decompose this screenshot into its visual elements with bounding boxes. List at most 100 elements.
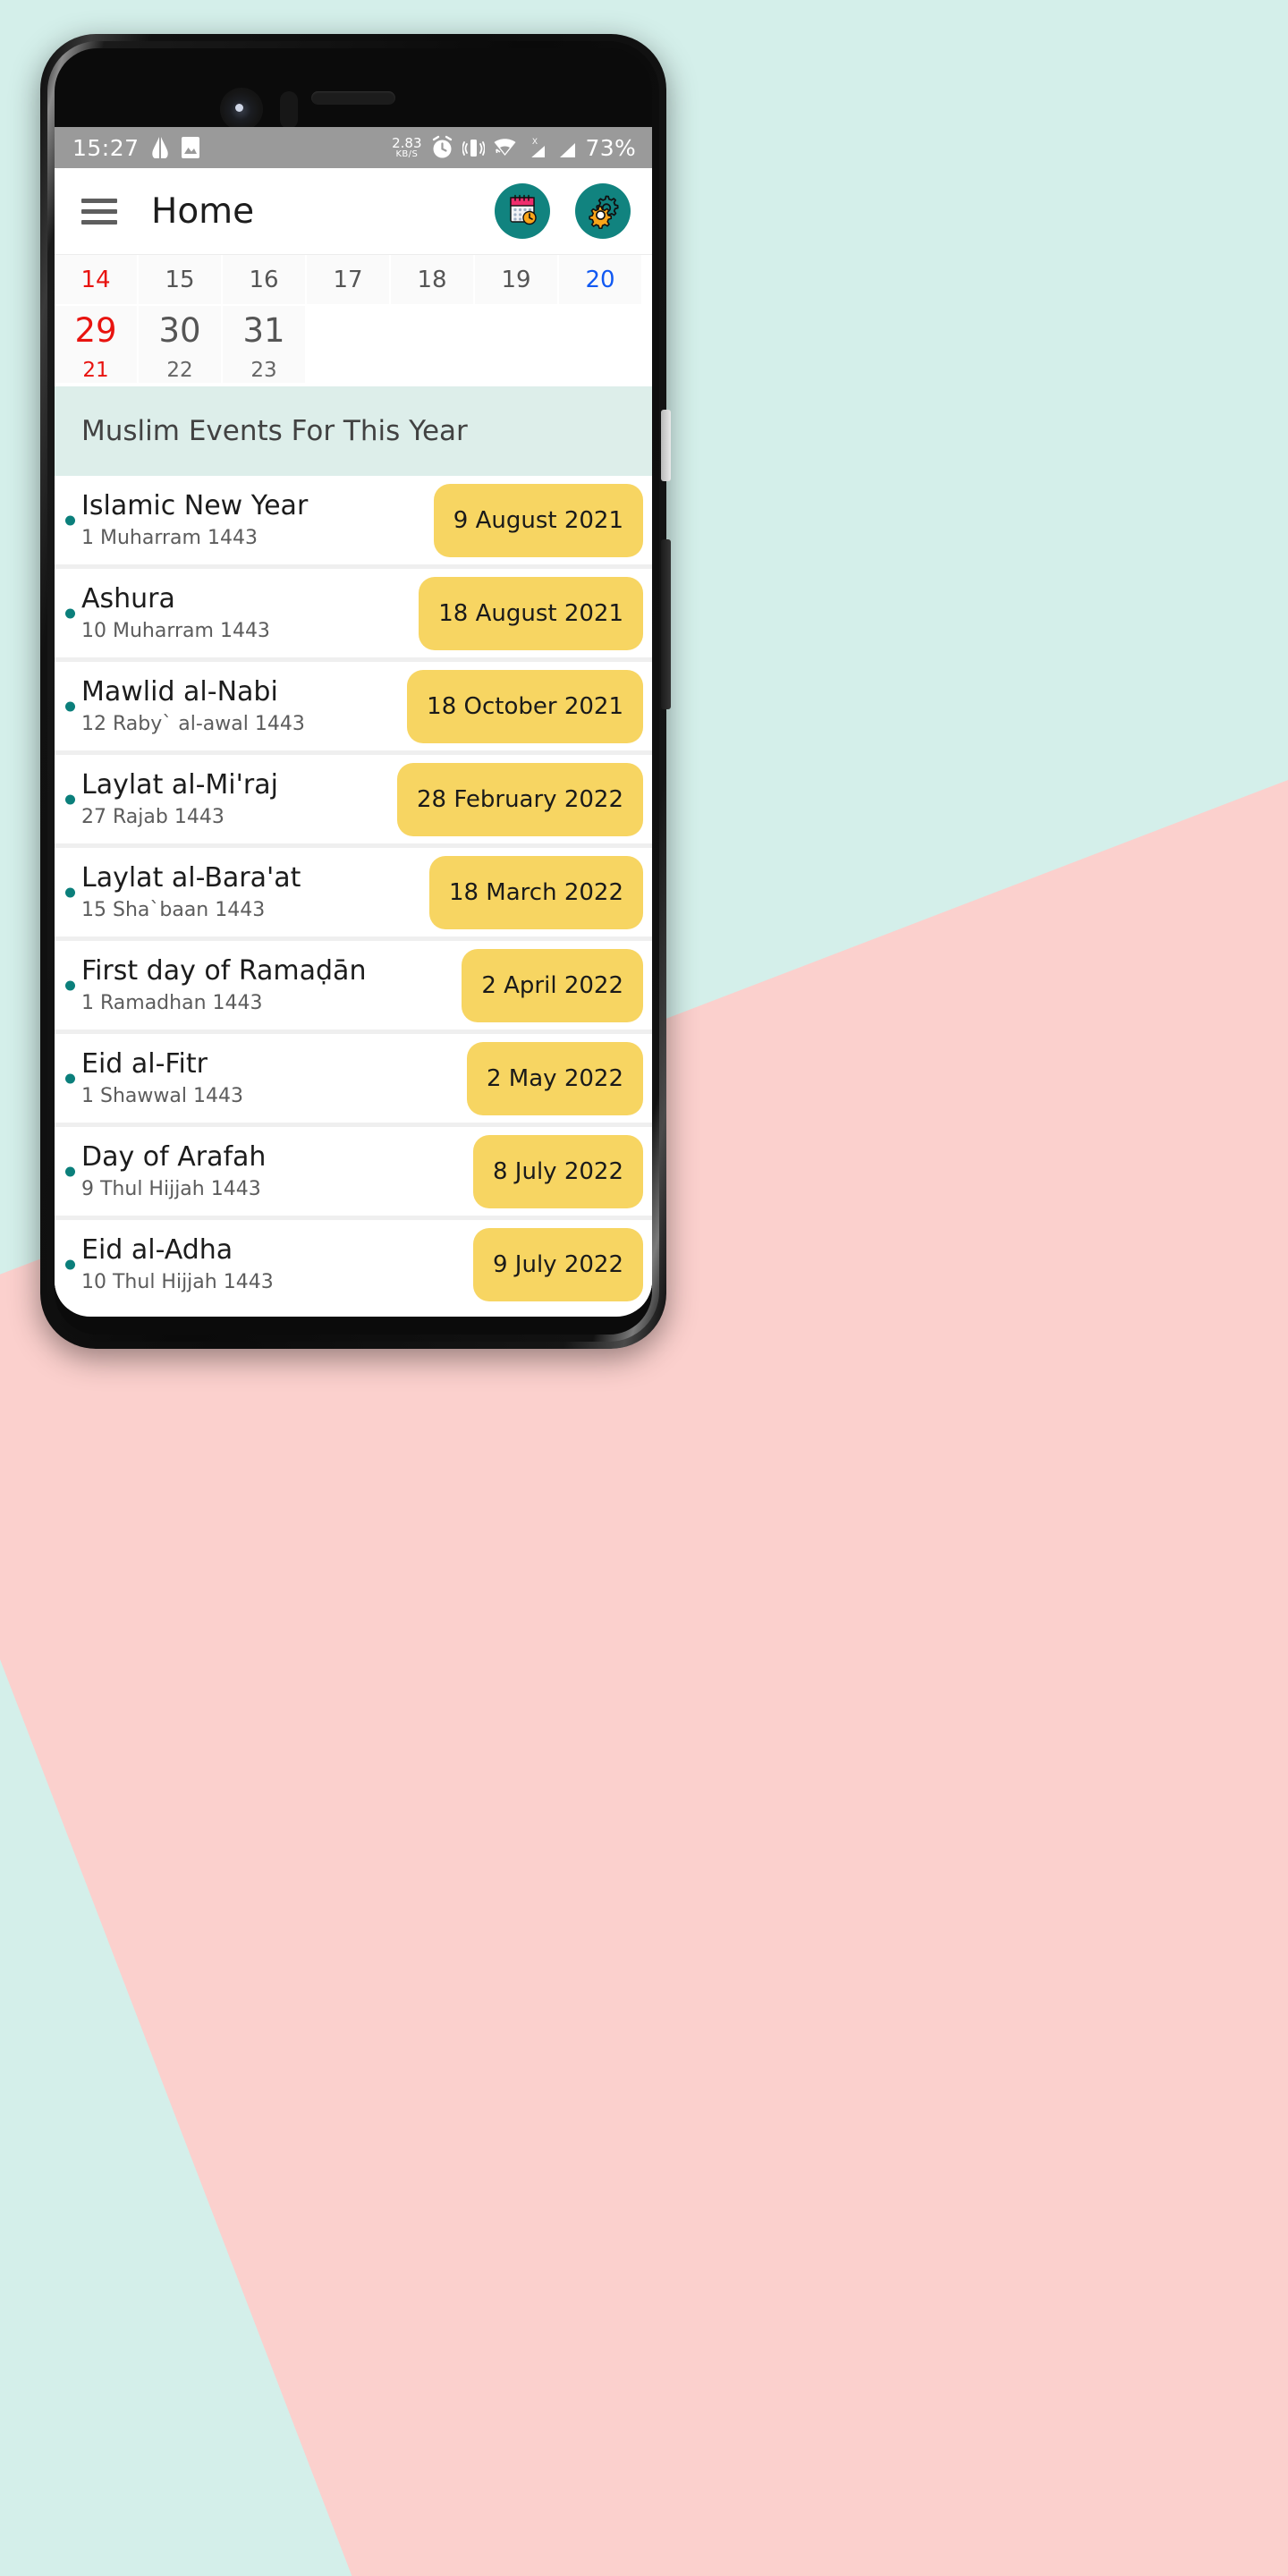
earpiece-speaker-icon xyxy=(311,91,395,105)
event-row[interactable]: Islamic New Year 1 Muharram 1443 9 August … xyxy=(55,476,652,564)
event-bullet-icon xyxy=(65,980,75,990)
event-bullet-icon xyxy=(65,794,75,804)
date-cell[interactable]: 18 xyxy=(391,255,475,306)
date-gregorian: 15 xyxy=(165,266,195,293)
status-clock: 15:27 xyxy=(72,134,140,161)
settings-button[interactable] xyxy=(575,183,631,239)
event-name: First day of Ramaḍān xyxy=(81,954,367,987)
event-row[interactable]: Laylat al-Mi'raj 27 Rajab 1443 28 February… xyxy=(55,755,652,843)
event-text-block: Day of Arafah 9 Thul Hijjah 1443 xyxy=(81,1140,267,1199)
event-text-block: Eid al-Fitr 1 Shawwal 1443 xyxy=(81,1050,243,1107)
event-hijri-date: 10 Muharram 1443 xyxy=(81,619,270,642)
calendar-clock-button[interactable] xyxy=(495,183,550,239)
date-cell[interactable]: 19 xyxy=(475,255,559,306)
hamburger-menu-icon[interactable] xyxy=(81,198,117,225)
event-hijri-date: 12 Raby` al-awal 1443 xyxy=(81,712,305,735)
status-bar-left: 15:27 xyxy=(72,135,200,161)
event-date-badge: 8 July 2022 xyxy=(473,1134,643,1208)
date-hijri: 22 xyxy=(166,358,193,382)
date-strip-filler xyxy=(307,306,652,385)
settings-gear-icon xyxy=(583,190,623,233)
hamburger-line xyxy=(81,219,117,225)
event-text-block: Ashura 10 Muharram 1443 xyxy=(81,582,270,642)
event-text-block: Mawlid al-Nabi 12 Raby` al-awal 1443 xyxy=(81,678,305,735)
event-text-block: First day of Ramaḍān 1 Ramadhan 1443 xyxy=(81,954,367,1014)
hamburger-line xyxy=(81,198,117,203)
praying-hands-icon xyxy=(148,135,172,160)
date-cell[interactable]: 30 22 xyxy=(139,306,223,385)
event-date-badge: 9 July 2022 xyxy=(473,1227,643,1301)
event-hijri-date: 1 Shawwal 1443 xyxy=(81,1084,243,1107)
event-name: Day of Arafah xyxy=(81,1140,267,1173)
event-name: Laylat al-Bara'at xyxy=(81,861,301,894)
event-name: Eid al-Adha xyxy=(81,1233,233,1266)
event-date-badge: 2 May 2022 xyxy=(467,1041,643,1115)
date-cell[interactable]: 14 xyxy=(55,255,139,306)
event-date-badge: 18 March 2022 xyxy=(428,855,643,929)
event-row[interactable]: Day of Arafah 9 Thul Hijjah 1443 8 July 20… xyxy=(55,1127,652,1216)
events-list[interactable]: Islamic New Year 1 Muharram 1443 9 August … xyxy=(55,476,652,1309)
signal-sim1-icon: X xyxy=(525,136,548,160)
alarm-icon xyxy=(430,135,454,160)
date-strip-row-gregorian: 14 15 16 17 18 19 20 xyxy=(55,255,652,306)
date-gregorian: 20 xyxy=(585,266,615,293)
date-cell[interactable]: 15 xyxy=(139,255,223,306)
hamburger-line xyxy=(81,208,117,214)
wifi-icon xyxy=(493,136,517,159)
date-gregorian: 18 xyxy=(417,266,447,293)
date-cell[interactable]: 17 xyxy=(307,255,391,306)
date-gregorian: 29 xyxy=(74,310,117,350)
date-gregorian: 16 xyxy=(249,266,279,293)
event-date-badge: 28 February 2022 xyxy=(397,762,643,836)
event-bullet-icon xyxy=(65,701,75,711)
signal-sim2-icon xyxy=(556,136,578,160)
event-date-badge: 18 August 2021 xyxy=(419,576,643,650)
event-row[interactable]: Mawlid al-Nabi 12 Raby` al-awal 1443 18 Oc… xyxy=(55,662,652,750)
volume-button[interactable] xyxy=(661,410,671,481)
event-text-block: Islamic New Year 1 Muharram 1443 xyxy=(81,489,309,548)
app-bar-actions xyxy=(495,183,631,239)
event-hijri-date: 15 Sha`baan 1443 xyxy=(81,898,266,921)
data-rate-value: 2.83 xyxy=(392,134,422,151)
event-date-badge: 2 April 2022 xyxy=(462,948,643,1022)
event-row[interactable]: Laylat al-Bara'at 15 Sha`baan 1443 18 Marc… xyxy=(55,848,652,936)
event-name: Islamic New Year xyxy=(81,489,309,521)
event-text-block: Eid al-Adha 10 Thul Hijjah 1443 xyxy=(81,1233,274,1292)
event-bullet-icon xyxy=(65,608,75,618)
image-icon xyxy=(181,136,200,159)
app-viewport: 15:27 2.83 KB/S X 73% Home 14 15 16 17 1… xyxy=(55,127,652,1317)
event-bullet-icon xyxy=(65,1259,75,1269)
event-name: Laylat al-Mi'raj xyxy=(81,768,278,801)
calendar-clock-icon xyxy=(503,190,542,233)
event-row[interactable]: Ashura 10 Muharram 1443 18 August 2021 xyxy=(55,569,652,657)
event-bullet-icon xyxy=(65,515,75,525)
power-button[interactable] xyxy=(661,539,671,709)
section-title: Muslim Events For This Year xyxy=(55,386,652,476)
data-rate-indicator: 2.83 KB/S xyxy=(392,134,422,159)
event-row[interactable]: Eid al-Adha 10 Thul Hijjah 1443 9 July 202… xyxy=(55,1220,652,1309)
event-date-badge: 9 August 2021 xyxy=(433,483,643,557)
date-gregorian: 19 xyxy=(501,266,531,293)
status-bar: 15:27 2.83 KB/S X 73% xyxy=(55,127,652,168)
status-bar-right: 2.83 KB/S X 73% xyxy=(392,135,636,161)
date-strip-filler xyxy=(643,255,652,306)
event-name: Ashura xyxy=(81,582,175,614)
date-cell[interactable]: 31 23 xyxy=(223,306,307,385)
date-gregorian: 30 xyxy=(158,310,201,350)
date-cell[interactable]: 20 xyxy=(559,255,643,306)
date-cell[interactable]: 29 21 xyxy=(55,306,139,385)
event-hijri-date: 1 Ramadhan 1443 xyxy=(81,991,263,1014)
svg-text:X: X xyxy=(532,137,538,146)
date-gregorian: 17 xyxy=(333,266,363,293)
date-cell[interactable]: 16 xyxy=(223,255,307,306)
event-row[interactable]: First day of Ramaḍān 1 Ramadhan 1443 2 Apr… xyxy=(55,941,652,1030)
event-row[interactable]: Eid al-Fitr 1 Shawwal 1443 2 May 2022 xyxy=(55,1034,652,1123)
event-date-badge: 18 October 2021 xyxy=(407,669,643,743)
date-gregorian: 31 xyxy=(242,310,285,350)
proximity-sensor-icon xyxy=(280,91,298,129)
app-bar: Home xyxy=(55,168,652,255)
phone-device: 15:27 2.83 KB/S X 73% Home 14 15 16 17 1… xyxy=(40,34,671,1349)
date-strip-row-dual: 29 21 30 22 31 23 xyxy=(55,306,652,385)
front-camera-icon xyxy=(220,88,263,131)
data-rate-unit: KB/S xyxy=(395,148,419,159)
